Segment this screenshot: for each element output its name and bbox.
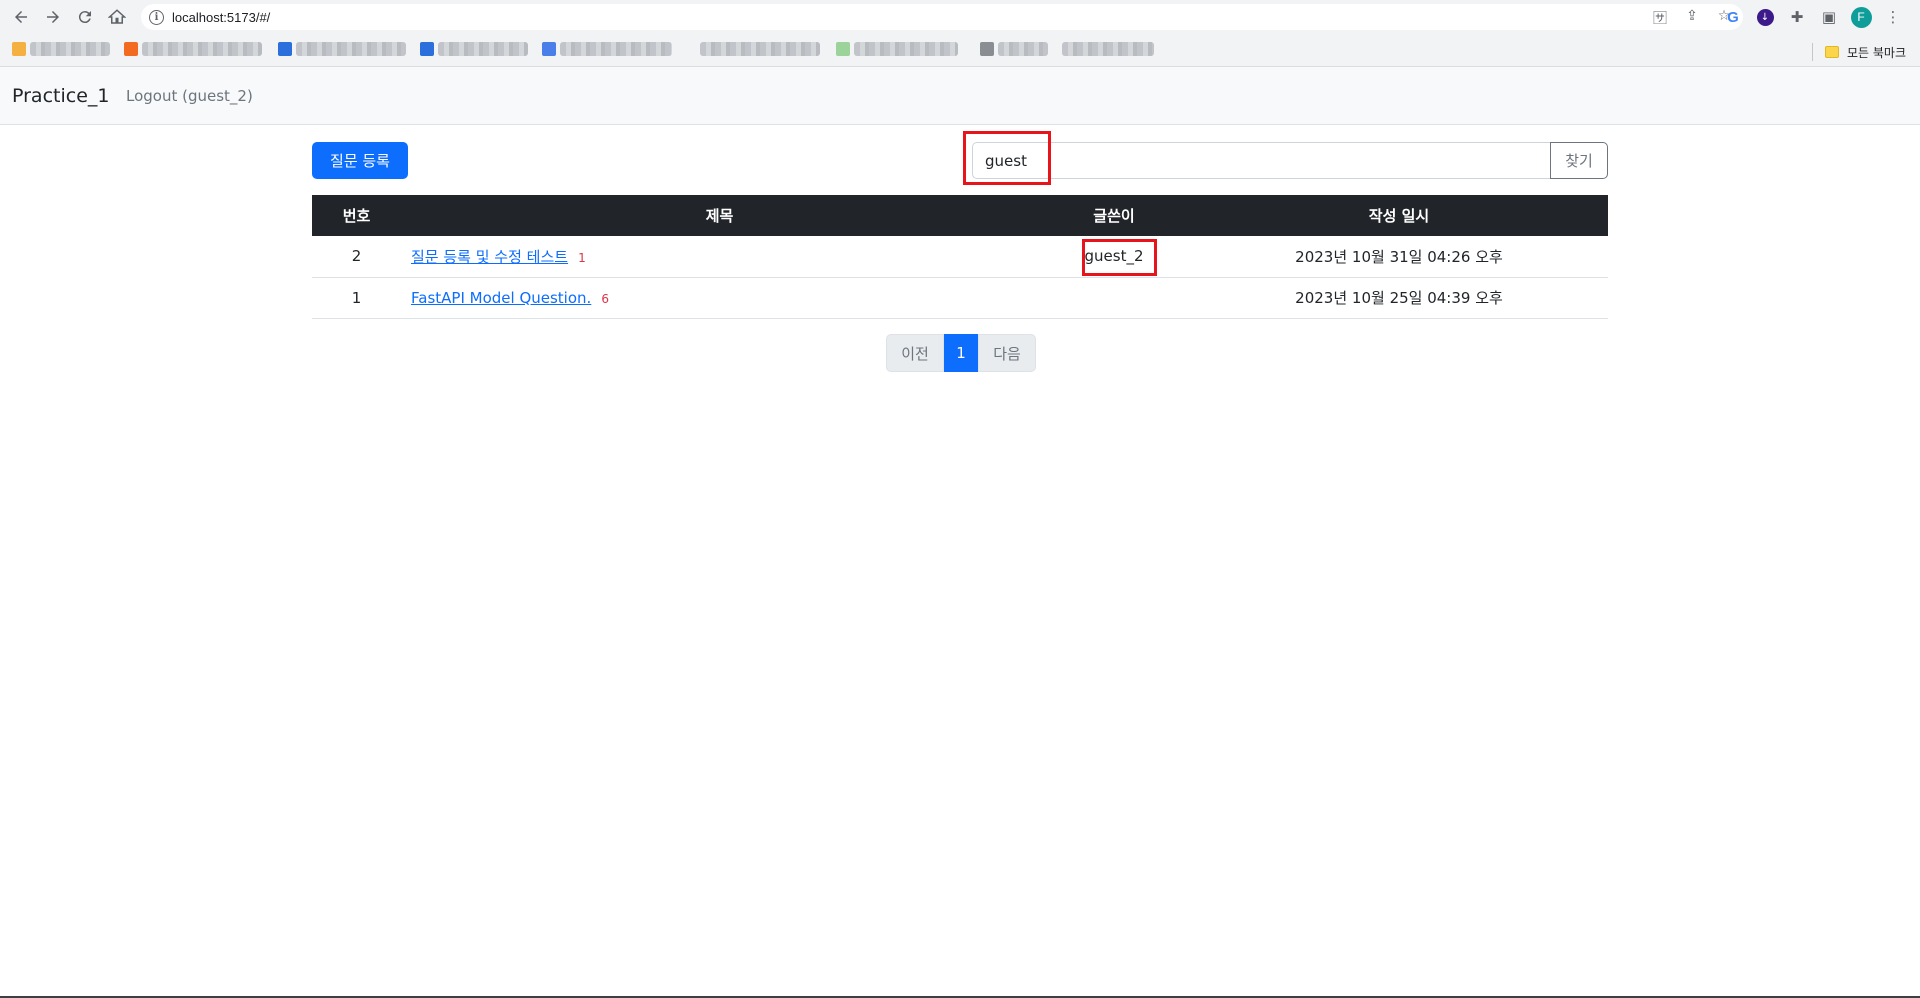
answer-count: 6 bbox=[601, 291, 609, 306]
all-bookmarks[interactable]: 모든 북마크 bbox=[1811, 43, 1906, 61]
row-date: 2023년 10월 31일 04:26 오후 bbox=[1295, 247, 1503, 266]
bookmark-item[interactable] bbox=[854, 42, 958, 56]
translate-icon[interactable]: 🈂 bbox=[1649, 8, 1671, 28]
all-bookmarks-label: 모든 북마크 bbox=[1846, 45, 1906, 60]
row-date: 2023년 10월 25일 04:39 오후 bbox=[1295, 289, 1503, 307]
bookmark-item[interactable] bbox=[296, 42, 406, 56]
bookmark-favicon[interactable] bbox=[420, 42, 434, 56]
question-link[interactable]: 질문 등록 및 수정 테스트 bbox=[411, 248, 568, 266]
search-group: 찾기 bbox=[972, 142, 1608, 179]
side-panel-icon[interactable]: ▣ bbox=[1816, 4, 1842, 30]
home-icon[interactable] bbox=[101, 0, 133, 34]
bookmark-item[interactable] bbox=[998, 42, 1048, 56]
bookmark-item[interactable] bbox=[438, 42, 528, 56]
row-subject: FastAPI Model Question. 6 bbox=[401, 277, 1038, 318]
bookmark-item[interactable] bbox=[142, 42, 262, 56]
page-next-button[interactable]: 다음 bbox=[978, 334, 1036, 372]
question-link[interactable]: FastAPI Model Question. bbox=[411, 289, 591, 307]
table-header-row: 번호 제목 글쓴이 작성 일시 bbox=[312, 195, 1608, 236]
table-row: 2 질문 등록 및 수정 테스트 1 guest_2 2023년 10월 31일 … bbox=[312, 236, 1608, 277]
bookmark-favicon[interactable] bbox=[124, 42, 138, 56]
header-subject: 제목 bbox=[705, 207, 734, 225]
header-author: 글쓴이 bbox=[1093, 207, 1135, 225]
bookmark-favicon[interactable] bbox=[12, 42, 26, 56]
translate-extension-icon[interactable]: G bbox=[1720, 4, 1746, 30]
create-question-button[interactable]: 질문 등록 bbox=[312, 142, 408, 179]
search-button[interactable]: 찾기 bbox=[1550, 142, 1608, 179]
row-number: 2 bbox=[351, 247, 362, 266]
row-subject: 질문 등록 및 수정 테스트 1 bbox=[401, 236, 1038, 277]
table-row: 1 FastAPI Model Question. 6 2023년 10월 25일… bbox=[312, 277, 1608, 318]
forward-arrow-icon[interactable] bbox=[37, 0, 69, 34]
site-info-icon[interactable]: i bbox=[149, 9, 164, 25]
app-navbar: Practice_1 Logout (guest_2) bbox=[0, 67, 1920, 125]
header-date: 작성 일시 bbox=[1368, 207, 1430, 225]
page-prev-button[interactable]: 이전 bbox=[886, 334, 944, 372]
download-extension-icon[interactable]: ↓ bbox=[1752, 4, 1778, 30]
search-input[interactable] bbox=[972, 142, 1550, 179]
back-arrow-icon[interactable] bbox=[5, 0, 37, 34]
bookmarks-bar: 모든 북마크 bbox=[0, 34, 1920, 67]
answer-count: 1 bbox=[578, 250, 586, 265]
header-number: 번호 bbox=[342, 207, 371, 225]
bookmark-item[interactable] bbox=[560, 42, 672, 56]
bookmark-item[interactable] bbox=[1062, 42, 1154, 56]
row-author: guest_2 bbox=[1084, 247, 1144, 266]
extensions-area: G ↓ ✚ ▣ F ⋮ bbox=[1720, 4, 1906, 30]
browser-toolbar: i localhost:5173/#/ 🈂 ⇪ ☆ G ↓ ✚ ▣ F ⋮ bbox=[0, 0, 1920, 34]
menu-kebab-icon[interactable]: ⋮ bbox=[1880, 4, 1906, 30]
folder-icon bbox=[1824, 46, 1839, 58]
bookmark-favicon[interactable] bbox=[980, 42, 994, 56]
bookmark-favicon[interactable] bbox=[836, 42, 850, 56]
bookmark-item[interactable] bbox=[30, 42, 110, 56]
pagination: 이전 1 다음 bbox=[886, 334, 1036, 372]
question-table: 번호 제목 글쓴이 작성 일시 2 질문 등록 및 수정 테스트 1 guest_… bbox=[312, 195, 1608, 319]
puzzle-icon[interactable]: ✚ bbox=[1784, 4, 1810, 30]
page-current-button[interactable]: 1 bbox=[944, 334, 978, 372]
bookmark-favicon[interactable] bbox=[542, 42, 556, 56]
row-author bbox=[1038, 277, 1190, 318]
bookmark-item[interactable] bbox=[700, 42, 820, 56]
reload-icon[interactable] bbox=[69, 0, 101, 34]
profile-avatar[interactable]: F bbox=[1848, 4, 1874, 30]
url-text: localhost:5173/#/ bbox=[172, 9, 271, 25]
logout-link[interactable]: Logout (guest_2) bbox=[126, 87, 253, 105]
navbar-brand[interactable]: Practice_1 bbox=[12, 85, 109, 107]
row-number: 1 bbox=[351, 288, 362, 307]
share-icon[interactable]: ⇪ bbox=[1681, 8, 1703, 28]
address-bar[interactable]: i localhost:5173/#/ 🈂 ⇪ ☆ bbox=[141, 4, 1743, 30]
bookmark-favicon[interactable] bbox=[278, 42, 292, 56]
